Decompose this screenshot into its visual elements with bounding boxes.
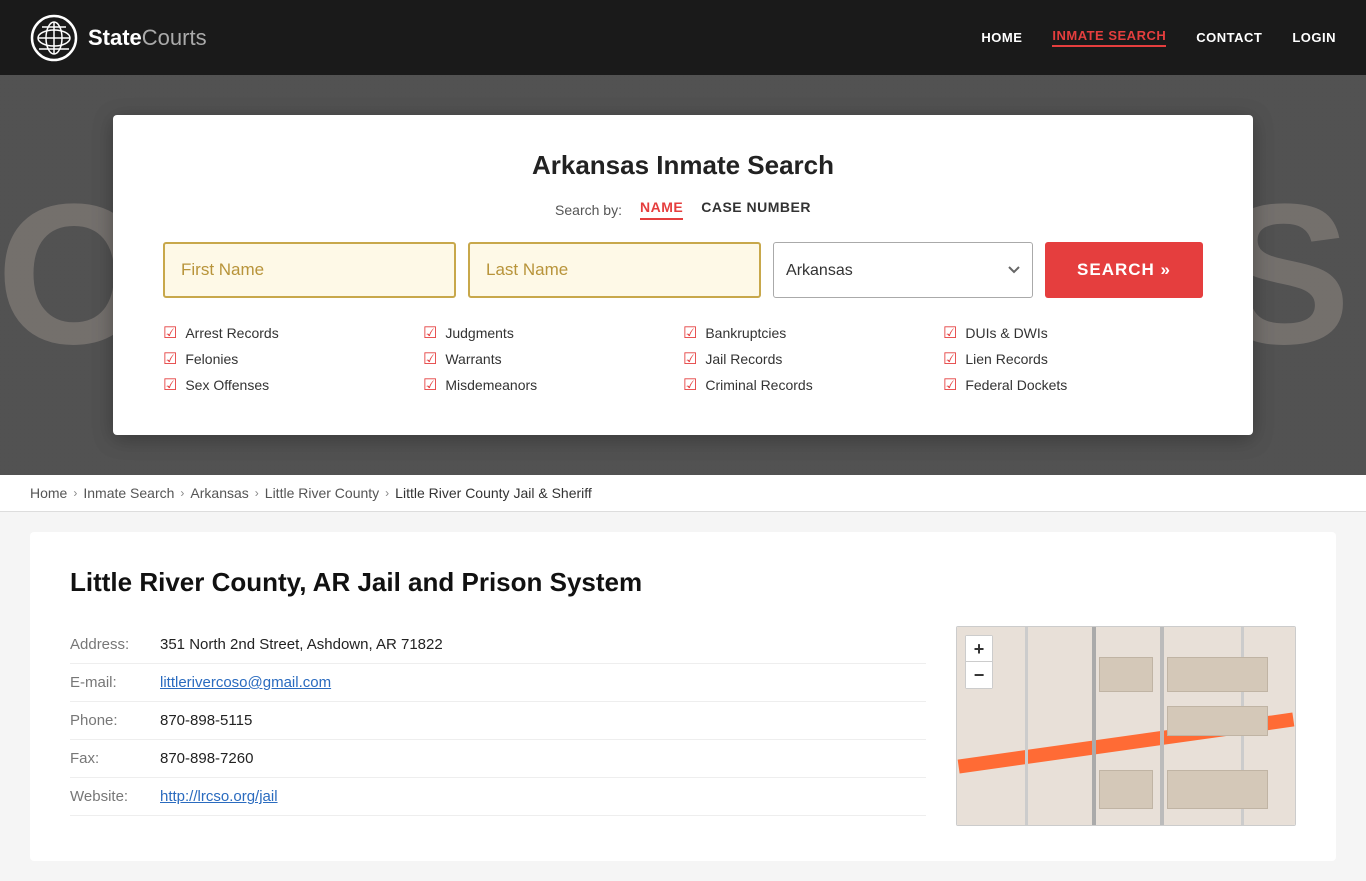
checkbox-item: ☑ Criminal Records	[683, 375, 943, 395]
logo[interactable]: StateCourts	[30, 14, 207, 62]
hero-section: COURTHOUSE Arkansas Inmate Search Search…	[0, 75, 1366, 475]
check-icon: ☑	[163, 349, 177, 369]
breadcrumb-sep-2: ›	[180, 486, 184, 500]
breadcrumb-sep-4: ›	[385, 486, 389, 500]
check-icon: ☑	[423, 349, 437, 369]
map-controls: + −	[965, 635, 993, 689]
check-icon: ☑	[423, 375, 437, 395]
checkbox-label: Misdemeanors	[445, 377, 537, 393]
check-icon: ☑	[943, 323, 957, 343]
checkbox-label: Bankruptcies	[705, 325, 786, 341]
breadcrumb-arkansas[interactable]: Arkansas	[190, 485, 248, 501]
check-icon: ☑	[163, 375, 177, 395]
header: StateCourts HOME INMATE SEARCH CONTACT L…	[0, 0, 1366, 75]
checkbox-label: Felonies	[185, 351, 238, 367]
info-table: Address:351 North 2nd Street, Ashdown, A…	[70, 626, 926, 826]
nav-inmate-search[interactable]: INMATE SEARCH	[1052, 28, 1166, 47]
info-label: Website:	[70, 788, 160, 805]
tab-case-number[interactable]: CASE NUMBER	[701, 199, 811, 220]
checkbox-item: ☑ Misdemeanors	[423, 375, 683, 395]
info-row: Phone:870-898-5115	[70, 702, 926, 740]
check-icon: ☑	[163, 323, 177, 343]
main-nav: HOME INMATE SEARCH CONTACT LOGIN	[981, 28, 1336, 47]
info-label: Phone:	[70, 712, 160, 729]
state-select[interactable]: Arkansas Alabama Alaska Arizona Californ…	[773, 242, 1033, 298]
checkbox-item: ☑ Arrest Records	[163, 323, 423, 343]
checkbox-item: ☑ Federal Dockets	[943, 375, 1203, 395]
checkbox-item: ☑ Bankruptcies	[683, 323, 943, 343]
info-row: E-mail:littlerivercoso@gmail.com	[70, 664, 926, 702]
search-button[interactable]: SEARCH »	[1045, 242, 1203, 298]
checkbox-item: ☑ Jail Records	[683, 349, 943, 369]
breadcrumb-home[interactable]: Home	[30, 485, 67, 501]
search-inputs-row: Arkansas Alabama Alaska Arizona Californ…	[163, 242, 1203, 298]
last-name-input[interactable]	[468, 242, 761, 298]
check-icon: ☑	[943, 375, 957, 395]
checkbox-label: DUIs & DWIs	[965, 325, 1047, 341]
checkbox-item: ☑ Sex Offenses	[163, 375, 423, 395]
content-card: Little River County, AR Jail and Prison …	[30, 532, 1336, 861]
info-row: Fax:870-898-7260	[70, 740, 926, 778]
info-value[interactable]: littlerivercoso@gmail.com	[160, 674, 331, 691]
checkbox-label: Arrest Records	[185, 325, 278, 341]
nav-contact[interactable]: CONTACT	[1196, 30, 1262, 45]
breadcrumb-little-river[interactable]: Little River County	[265, 485, 379, 501]
map-background	[957, 627, 1295, 825]
checkbox-item: ☑ Judgments	[423, 323, 683, 343]
tab-name[interactable]: NAME	[640, 199, 683, 220]
checkbox-label: Criminal Records	[705, 377, 812, 393]
info-label: Fax:	[70, 750, 160, 767]
check-icon: ☑	[683, 375, 697, 395]
content-section: Little River County, AR Jail and Prison …	[0, 512, 1366, 881]
map-zoom-in[interactable]: +	[966, 636, 992, 662]
checkbox-label: Sex Offenses	[185, 377, 269, 393]
info-value: 870-898-7260	[160, 750, 253, 767]
info-value: 351 North 2nd Street, Ashdown, AR 71822	[160, 636, 443, 653]
search-by-row: Search by: NAME CASE NUMBER	[163, 199, 1203, 220]
info-value: 870-898-5115	[160, 712, 252, 729]
checkboxes-grid: ☑ Arrest Records ☑ Judgments ☑ Bankruptcies ☑ D…	[163, 323, 1203, 395]
check-icon: ☑	[683, 349, 697, 369]
logo-text: StateCourts	[88, 25, 207, 51]
info-layout: Address:351 North 2nd Street, Ashdown, A…	[70, 626, 1296, 826]
nav-home[interactable]: HOME	[981, 30, 1022, 45]
info-value[interactable]: http://lrcso.org/jail	[160, 788, 278, 805]
breadcrumb-sep-3: ›	[255, 486, 259, 500]
checkbox-item: ☑ Warrants	[423, 349, 683, 369]
search-card: Arkansas Inmate Search Search by: NAME C…	[113, 115, 1253, 435]
check-icon: ☑	[943, 349, 957, 369]
breadcrumb-sep-1: ›	[73, 486, 77, 500]
checkbox-label: Jail Records	[705, 351, 782, 367]
checkbox-item: ☑ DUIs & DWIs	[943, 323, 1203, 343]
check-icon: ☑	[423, 323, 437, 343]
card-title: Arkansas Inmate Search	[163, 150, 1203, 181]
info-label: E-mail:	[70, 674, 160, 691]
breadcrumb-current: Little River County Jail & Sheriff	[395, 485, 592, 501]
checkbox-label: Judgments	[445, 325, 513, 341]
checkbox-label: Federal Dockets	[965, 377, 1067, 393]
logo-icon	[30, 14, 78, 62]
map-zoom-out[interactable]: −	[966, 662, 992, 688]
nav-login[interactable]: LOGIN	[1292, 30, 1336, 45]
breadcrumb-inmate-search[interactable]: Inmate Search	[83, 485, 174, 501]
facility-title: Little River County, AR Jail and Prison …	[70, 567, 1296, 598]
breadcrumb: Home › Inmate Search › Arkansas › Little…	[0, 475, 1366, 512]
checkbox-item: ☑ Felonies	[163, 349, 423, 369]
first-name-input[interactable]	[163, 242, 456, 298]
checkbox-item: ☑ Lien Records	[943, 349, 1203, 369]
info-label: Address:	[70, 636, 160, 653]
check-icon: ☑	[683, 323, 697, 343]
search-by-label: Search by:	[555, 202, 622, 218]
checkbox-label: Warrants	[445, 351, 501, 367]
info-row: Address:351 North 2nd Street, Ashdown, A…	[70, 626, 926, 664]
info-row: Website:http://lrcso.org/jail	[70, 778, 926, 816]
map-area: + −	[956, 626, 1296, 826]
checkbox-label: Lien Records	[965, 351, 1048, 367]
